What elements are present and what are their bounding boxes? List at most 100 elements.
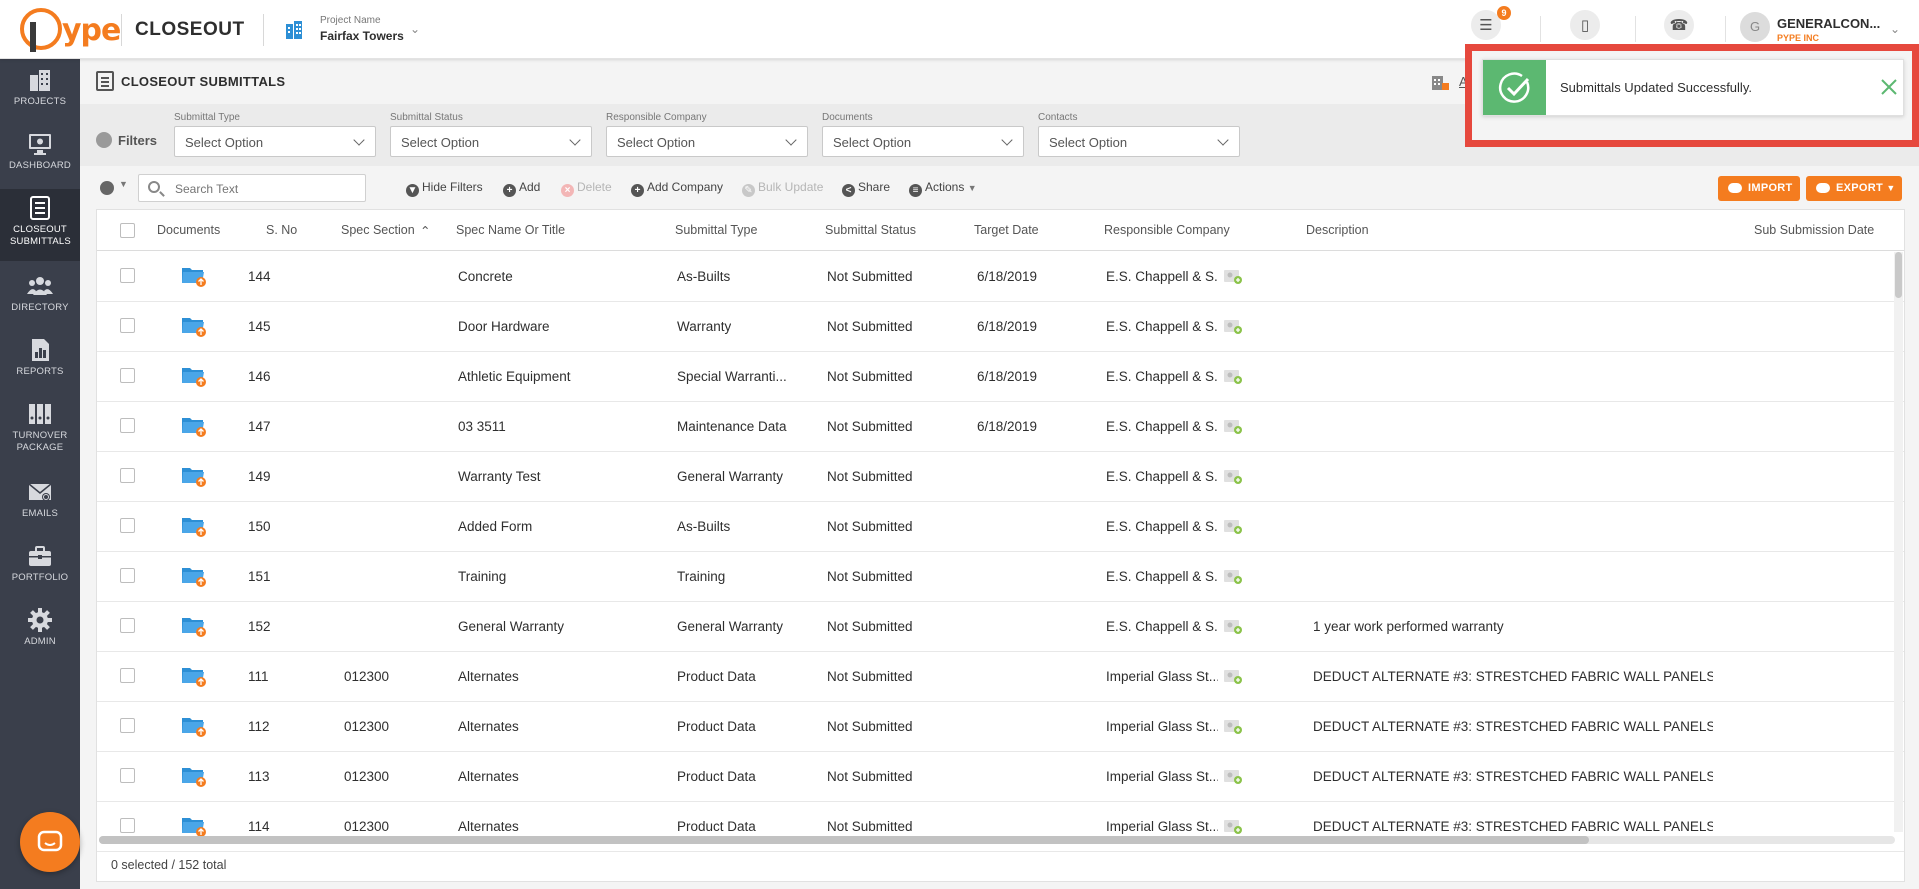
column-header-description[interactable]: Description xyxy=(1306,223,1369,237)
chevron-down-icon[interactable]: ▼ xyxy=(119,179,128,189)
vertical-scrollbar[interactable] xyxy=(1894,252,1903,832)
sort-ascending-icon[interactable]: ⌃ xyxy=(420,223,430,238)
row-checkbox[interactable] xyxy=(120,668,135,683)
table-row[interactable]: 114 012300 Alternates Product Data Not Submi… xyxy=(97,802,1904,852)
row-checkbox[interactable] xyxy=(120,318,135,333)
table-row[interactable]: 144 Concrete As-Builts Not Submitted 6/18/20… xyxy=(97,252,1904,302)
add-contact-icon[interactable] xyxy=(1223,419,1243,434)
add-contact-icon[interactable] xyxy=(1223,269,1243,284)
folder-upload-icon[interactable] xyxy=(181,665,207,687)
scrollbar-thumb[interactable] xyxy=(1895,252,1902,298)
folder-upload-icon[interactable] xyxy=(181,465,207,487)
folder-upload-icon[interactable] xyxy=(181,615,207,637)
table-row[interactable]: 151 Training Training Not Submitted E.S. Cha… xyxy=(97,552,1904,602)
add-contact-icon[interactable] xyxy=(1223,519,1243,534)
folder-upload-icon[interactable] xyxy=(181,515,207,537)
column-header-sub-submission-date[interactable]: Sub Submission Date xyxy=(1754,223,1874,237)
column-header-submittal-type[interactable]: Submittal Type xyxy=(675,223,757,237)
row-checkbox[interactable] xyxy=(120,818,135,833)
sidebar-item-closeout-submittals[interactable]: CLOSEOUT SUBMITTALS xyxy=(0,189,80,261)
column-header-spec-section[interactable]: Spec Section xyxy=(341,223,415,237)
add-company-button[interactable]: + Add Company xyxy=(631,180,723,197)
cell-spec-name[interactable]: Alternates xyxy=(458,819,519,834)
folder-upload-icon[interactable] xyxy=(181,265,207,287)
sidebar-item-projects[interactable]: PROJECTS xyxy=(0,61,80,125)
submittal-type-select[interactable]: Select Option xyxy=(174,126,376,157)
table-row[interactable]: 147 03 3511 Maintenance Data Not Submitted 6… xyxy=(97,402,1904,452)
add-contact-icon[interactable] xyxy=(1223,619,1243,634)
responsible-company-select[interactable]: Select Option xyxy=(606,126,808,157)
import-button[interactable]: IMPORT xyxy=(1718,176,1800,201)
actions-menu[interactable]: ≡ Actions ▼ xyxy=(909,180,977,197)
row-checkbox[interactable] xyxy=(120,418,135,433)
horizontal-scrollbar[interactable] xyxy=(99,836,1895,844)
export-button[interactable]: EXPORT ▼ xyxy=(1806,176,1902,201)
contacts-select[interactable]: Select Option xyxy=(1038,126,1240,157)
cell-spec-name[interactable]: Added Form xyxy=(458,519,532,534)
row-checkbox[interactable] xyxy=(120,568,135,583)
cell-spec-name[interactable]: Alternates xyxy=(458,719,519,734)
column-header-sno[interactable]: S. No xyxy=(266,223,297,237)
row-checkbox[interactable] xyxy=(120,468,135,483)
delete-button[interactable]: × Delete xyxy=(561,180,612,197)
bulk-update-button[interactable]: ✎ Bulk Update xyxy=(742,180,823,197)
table-row[interactable]: 113 012300 Alternates Product Data Not Submi… xyxy=(97,752,1904,802)
filters-toggle[interactable]: Filters xyxy=(96,132,157,148)
add-contact-icon[interactable] xyxy=(1223,719,1243,734)
column-header-documents[interactable]: Documents xyxy=(157,223,220,237)
table-row[interactable]: 149 Warranty Test General Warranty Not Subm… xyxy=(97,452,1904,502)
sidebar-item-directory[interactable]: DIRECTORY xyxy=(0,267,80,331)
cell-spec-name[interactable]: Concrete xyxy=(458,269,513,284)
add-contact-icon[interactable] xyxy=(1223,319,1243,334)
row-checkbox[interactable] xyxy=(120,718,135,733)
row-checkbox[interactable] xyxy=(120,368,135,383)
table-row[interactable]: 145 Door Hardware Warranty Not Submitted 6/1… xyxy=(97,302,1904,352)
phone-icon[interactable]: ☎ xyxy=(1664,10,1694,40)
sidebar-item-dashboard[interactable]: DASHBOARD xyxy=(0,125,80,189)
folder-upload-icon[interactable] xyxy=(181,765,207,787)
chevron-down-icon[interactable]: ⌄ xyxy=(410,22,420,36)
close-icon[interactable] xyxy=(1879,77,1899,97)
row-checkbox[interactable] xyxy=(120,768,135,783)
sidebar-item-reports[interactable]: REPORTS xyxy=(0,331,80,395)
add-contact-icon[interactable] xyxy=(1223,769,1243,784)
table-row[interactable]: 150 Added Form As-Builts Not Submitted E.S. … xyxy=(97,502,1904,552)
cell-spec-name[interactable]: Alternates xyxy=(458,669,519,684)
select-all-checkbox[interactable] xyxy=(120,223,135,238)
row-checkbox[interactable] xyxy=(120,618,135,633)
cell-spec-name[interactable]: Training xyxy=(458,569,506,584)
scrollbar-thumb[interactable] xyxy=(99,836,1589,844)
table-row[interactable]: 146 Athletic Equipment Special Warranti...… xyxy=(97,352,1904,402)
chevron-down-icon[interactable]: ⌄ xyxy=(1890,22,1900,36)
add-button[interactable]: + Add xyxy=(503,180,540,197)
column-view-icon[interactable] xyxy=(100,181,114,195)
add-contact-icon[interactable] xyxy=(1223,469,1243,484)
column-header-submittal-status[interactable]: Submittal Status xyxy=(825,223,916,237)
add-contact-icon[interactable] xyxy=(1223,819,1243,834)
sidebar-item-emails[interactable]: EMAILS xyxy=(0,473,80,537)
cell-spec-name[interactable]: General Warranty xyxy=(458,619,564,634)
search-input[interactable] xyxy=(175,179,355,199)
inbox-icon[interactable]: ▯ xyxy=(1570,10,1600,40)
user-name[interactable]: GENERALCON... xyxy=(1777,16,1880,31)
chat-launcher-button[interactable] xyxy=(20,812,80,872)
cell-spec-name[interactable]: Door Hardware xyxy=(458,319,550,334)
cell-spec-name[interactable]: Warranty Test xyxy=(458,469,541,484)
folder-upload-icon[interactable] xyxy=(181,365,207,387)
cell-spec-name[interactable]: Alternates xyxy=(458,769,519,784)
add-contact-icon[interactable] xyxy=(1223,569,1243,584)
column-header-target-date[interactable]: Target Date xyxy=(974,223,1039,237)
column-header-responsible-company[interactable]: Responsible Company xyxy=(1104,223,1230,237)
cell-spec-name[interactable]: 03 3511 xyxy=(458,419,506,434)
share-button[interactable]: < Share xyxy=(842,180,890,197)
row-checkbox[interactable] xyxy=(120,268,135,283)
table-row[interactable]: 112 012300 Alternates Product Data Not Submi… xyxy=(97,702,1904,752)
folder-upload-icon[interactable] xyxy=(181,565,207,587)
sidebar-item-portfolio[interactable]: PORTFOLIO xyxy=(0,537,80,601)
folder-upload-icon[interactable] xyxy=(181,815,207,837)
sidebar-item-turnover-package[interactable]: TURNOVER PACKAGE xyxy=(0,395,80,467)
folder-upload-icon[interactable] xyxy=(181,415,207,437)
sidebar-item-admin[interactable]: ADMIN xyxy=(0,601,80,665)
add-contact-icon[interactable] xyxy=(1223,669,1243,684)
pype-logo[interactable]: ype xyxy=(20,8,121,52)
